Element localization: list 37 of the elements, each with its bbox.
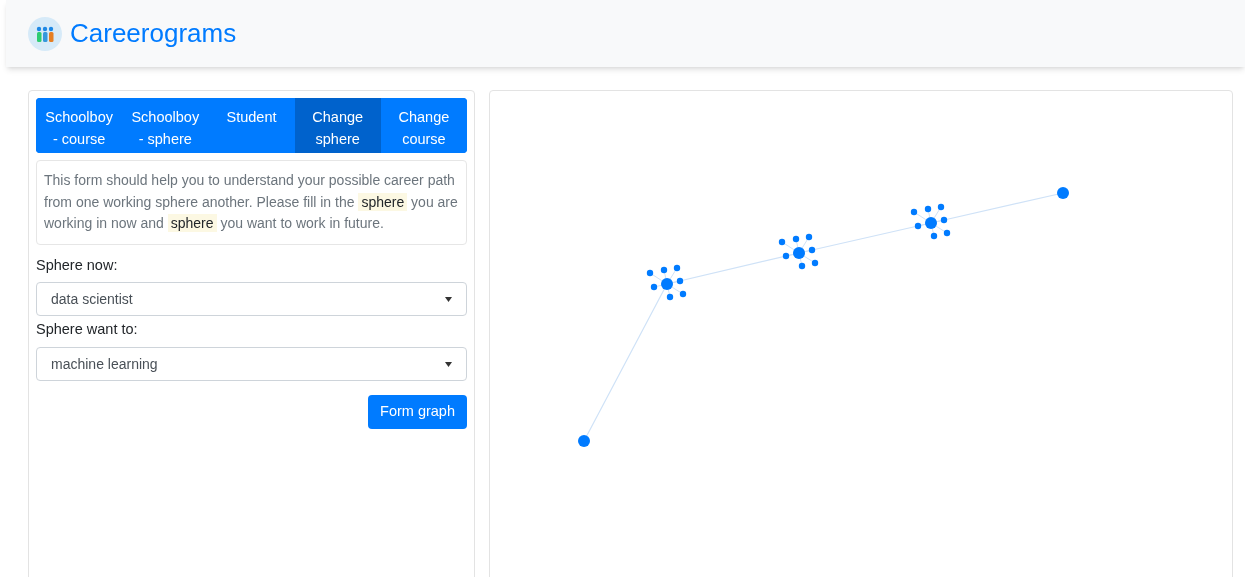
graph-node[interactable] bbox=[578, 435, 590, 447]
graph-node[interactable] bbox=[925, 217, 937, 229]
select-field[interactable]: machine learning bbox=[36, 347, 467, 381]
graph-node[interactable] bbox=[943, 229, 951, 237]
graph-node[interactable] bbox=[666, 293, 674, 301]
graph-node[interactable] bbox=[661, 278, 673, 290]
caret-icon bbox=[445, 296, 452, 302]
people-logo-icon bbox=[28, 16, 62, 51]
graph-node[interactable] bbox=[646, 269, 654, 277]
graph-node[interactable] bbox=[782, 252, 790, 260]
graph-node[interactable] bbox=[940, 216, 948, 224]
graph-node[interactable] bbox=[910, 208, 918, 216]
field-label: Sphere want to: bbox=[36, 320, 139, 340]
graph-node[interactable] bbox=[930, 232, 938, 240]
form-graph-button[interactable]: Form graph bbox=[368, 395, 467, 429]
graph-node[interactable] bbox=[808, 246, 816, 254]
graph-node[interactable] bbox=[679, 290, 687, 298]
graph-node[interactable] bbox=[793, 247, 805, 259]
graph-node[interactable] bbox=[924, 205, 932, 213]
graph-node[interactable] bbox=[778, 238, 786, 246]
graph-node[interactable] bbox=[660, 266, 668, 274]
graph-node[interactable] bbox=[792, 235, 800, 243]
tab[interactable]: Change sphere bbox=[294, 98, 381, 153]
brand-title[interactable]: Careerograms bbox=[70, 14, 237, 53]
graph-node[interactable] bbox=[798, 262, 806, 270]
graph-node[interactable] bbox=[1057, 187, 1069, 199]
description-text: This form should help you to understand your possible career path from one working sphere another. Please fill in the sphere you are working in now and sphere you want to work in future. bbox=[36, 160, 467, 245]
caret-icon bbox=[445, 361, 452, 367]
graph-node[interactable] bbox=[937, 203, 945, 211]
field-label: Sphere now: bbox=[36, 255, 119, 275]
graph-node[interactable] bbox=[914, 222, 922, 230]
graph-node[interactable] bbox=[676, 277, 684, 285]
graph-node[interactable] bbox=[805, 233, 813, 241]
graph-node[interactable] bbox=[811, 259, 819, 267]
select-field[interactable]: data scientist bbox=[36, 282, 467, 317]
graph-node[interactable] bbox=[673, 264, 681, 272]
graph-node[interactable] bbox=[650, 283, 658, 291]
